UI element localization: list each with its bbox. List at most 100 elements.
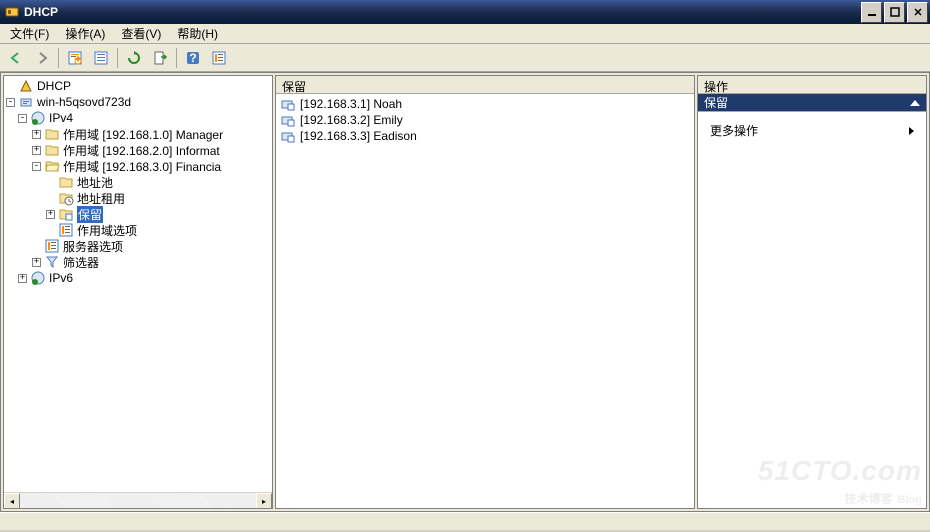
- action-header: 操作: [698, 76, 926, 94]
- expander-icon: [32, 242, 41, 251]
- svg-text:✦: ✦: [73, 52, 83, 66]
- menu-view[interactable]: 查看(V): [113, 23, 169, 44]
- tree-label: 作用域 [192.168.3.0] Financia: [63, 158, 221, 175]
- list-body: [192.168.3.1] Noah [192.168.3.2] Emily […: [276, 94, 694, 508]
- tree-node-filters[interactable]: + 筛选器: [4, 254, 272, 270]
- back-button[interactable]: [4, 46, 28, 70]
- add-button[interactable]: ✦: [63, 46, 87, 70]
- list-item-label: [192.168.3.1] Noah: [300, 97, 402, 111]
- expander-icon[interactable]: +: [46, 210, 55, 219]
- list-header: 保留: [276, 76, 694, 94]
- expander-icon[interactable]: +: [32, 258, 41, 267]
- folder-icon: [44, 126, 60, 142]
- action-body: 更多操作: [698, 112, 926, 508]
- title-bar: DHCP: [0, 0, 930, 24]
- tree-node-root[interactable]: DHCP: [4, 78, 272, 94]
- options-button[interactable]: [207, 46, 231, 70]
- help-button[interactable]: ?: [181, 46, 205, 70]
- list-item-label: [192.168.3.3] Eadison: [300, 129, 417, 143]
- tree-label: 保留: [77, 206, 103, 223]
- toolbar-separator: [58, 48, 59, 68]
- expander-icon: [6, 82, 15, 91]
- tree-node-serveropts[interactable]: 服务器选项: [4, 238, 272, 254]
- action-panel: 操作 保留 更多操作: [697, 75, 927, 509]
- tree-label: 作用域选项: [77, 222, 137, 239]
- options-icon: [58, 222, 74, 238]
- minimize-button[interactable]: [861, 2, 882, 23]
- list-item[interactable]: [192.168.3.3] Eadison: [276, 128, 694, 144]
- expander-icon: [46, 178, 55, 187]
- expander-icon: [46, 226, 55, 235]
- tree-label: 服务器选项: [63, 238, 123, 255]
- tree-node-ipv4[interactable]: - IPv4: [4, 110, 272, 126]
- tree-label: DHCP: [37, 79, 71, 93]
- toolbar: ✦ ?: [0, 44, 930, 72]
- expander-icon[interactable]: +: [32, 146, 41, 155]
- action-more-label: 更多操作: [710, 122, 758, 139]
- options-icon: [44, 238, 60, 254]
- lease-icon: [58, 190, 74, 206]
- list-panel: 保留 [192.168.3.1] Noah [192.168.3.2] Emil…: [275, 75, 695, 509]
- reservation-icon: [280, 128, 296, 144]
- tree-label: IPv4: [49, 111, 73, 125]
- tree-label: win-h5qsovd723d: [37, 95, 131, 109]
- tree-node-server[interactable]: - win-h5qsovd723d: [4, 94, 272, 110]
- maximize-button[interactable]: [884, 2, 905, 23]
- window-title: DHCP: [24, 5, 861, 19]
- tree-label: IPv6: [49, 271, 73, 285]
- tree-node-reservations[interactable]: + 保留: [4, 206, 272, 222]
- tree-label: 地址池: [77, 174, 113, 191]
- refresh-button[interactable]: [122, 46, 146, 70]
- tree: DHCP - win-h5qsovd723d - IPv4 + 作用域 [192…: [4, 76, 272, 492]
- expander-icon[interactable]: -: [6, 98, 15, 107]
- filter-icon: [44, 254, 60, 270]
- reservations-icon: [58, 206, 74, 222]
- tree-node-ipv6[interactable]: + IPv6: [4, 270, 272, 286]
- forward-button[interactable]: [30, 46, 54, 70]
- toolbar-separator: [176, 48, 177, 68]
- tree-node-scope1[interactable]: + 作用域 [192.168.1.0] Manager: [4, 126, 272, 142]
- scroll-left-button[interactable]: ◂: [4, 493, 20, 509]
- action-subheader[interactable]: 保留: [698, 94, 926, 112]
- folder-open-icon: [44, 158, 60, 174]
- toolbar-separator: [117, 48, 118, 68]
- tree-node-scopeoptions[interactable]: 作用域选项: [4, 222, 272, 238]
- folder-icon: [58, 174, 74, 190]
- properties-button[interactable]: [89, 46, 113, 70]
- ipv6-icon: [30, 270, 46, 286]
- dhcp-icon: [18, 78, 34, 94]
- menu-file[interactable]: 文件(F): [2, 23, 57, 44]
- tree-node-scope2[interactable]: + 作用域 [192.168.2.0] Informat: [4, 142, 272, 158]
- tree-node-addrlease[interactable]: 地址租用: [4, 190, 272, 206]
- menu-action[interactable]: 操作(A): [57, 23, 113, 44]
- tree-node-addrpool[interactable]: 地址池: [4, 174, 272, 190]
- tree-node-scope3[interactable]: - 作用域 [192.168.3.0] Financia: [4, 158, 272, 174]
- close-button[interactable]: [907, 2, 928, 23]
- ipv4-icon: [30, 110, 46, 126]
- tree-panel: DHCP - win-h5qsovd723d - IPv4 + 作用域 [192…: [3, 75, 273, 509]
- expander-icon[interactable]: +: [18, 274, 27, 283]
- app-icon: [4, 4, 20, 20]
- tree-label: 作用域 [192.168.2.0] Informat: [63, 142, 220, 159]
- folder-icon: [44, 142, 60, 158]
- tree-label: 地址租用: [77, 190, 125, 207]
- expander-icon[interactable]: -: [18, 114, 27, 123]
- menu-help[interactable]: 帮助(H): [169, 23, 226, 44]
- export-button[interactable]: [148, 46, 172, 70]
- reservation-icon: [280, 96, 296, 112]
- list-item[interactable]: [192.168.3.1] Noah: [276, 96, 694, 112]
- tree-label: 作用域 [192.168.1.0] Manager: [63, 126, 223, 143]
- expander-icon[interactable]: -: [32, 162, 41, 171]
- chevron-right-icon: [909, 127, 914, 135]
- scroll-track[interactable]: [20, 493, 256, 508]
- action-more[interactable]: 更多操作: [708, 118, 916, 143]
- menu-bar: 文件(F) 操作(A) 查看(V) 帮助(H): [0, 24, 930, 44]
- collapse-icon: [910, 100, 920, 106]
- server-icon: [18, 94, 34, 110]
- list-item[interactable]: [192.168.3.2] Emily: [276, 112, 694, 128]
- expander-icon[interactable]: +: [32, 130, 41, 139]
- main-area: DHCP - win-h5qsovd723d - IPv4 + 作用域 [192…: [0, 72, 930, 512]
- scroll-right-button[interactable]: ▸: [256, 493, 272, 509]
- reservation-icon: [280, 112, 296, 128]
- horizontal-scrollbar[interactable]: ◂ ▸: [4, 492, 272, 508]
